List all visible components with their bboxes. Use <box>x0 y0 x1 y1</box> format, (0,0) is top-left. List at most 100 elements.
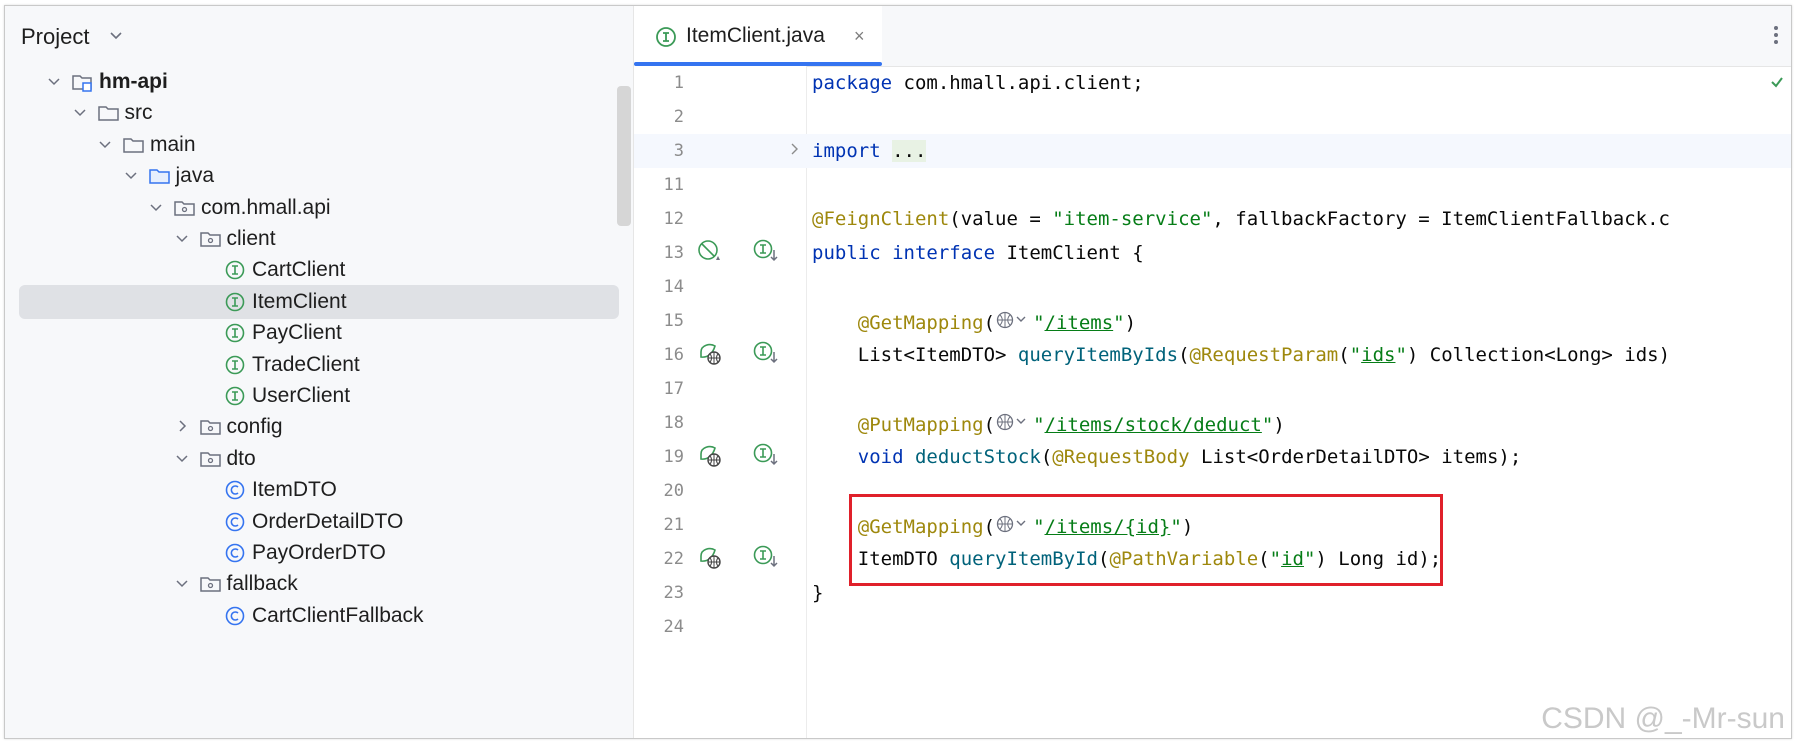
code-text: void deductStock(@RequestBody List<Order… <box>812 446 1522 468</box>
chevron-down-icon[interactable] <box>175 451 189 465</box>
code-line[interactable]: 12 @FeignClient(value = "item-service", f… <box>634 202 1791 236</box>
code-line[interactable]: 13 public interface ItemClient { <box>634 236 1791 270</box>
class-icon <box>224 542 248 564</box>
editor-area: ItemClient.java × 1 package com.hmall.api… <box>634 6 1791 738</box>
impl-icon[interactable] <box>752 340 780 373</box>
impl-icon[interactable] <box>752 442 780 475</box>
line-number: 23 <box>663 583 684 603</box>
package-icon <box>173 197 197 219</box>
line-number: 24 <box>663 617 684 637</box>
code-token: List<ItemDTO> <box>812 344 1018 366</box>
chevron-down-icon[interactable] <box>73 105 87 119</box>
code-token: @PutMapping <box>857 414 984 436</box>
code-token: ... <box>892 140 927 162</box>
package-icon <box>199 573 223 595</box>
code-line[interactable]: 15 @GetMapping("/items") <box>634 304 1791 338</box>
tree-item-label: UserClient <box>252 384 351 407</box>
line-number: 2 <box>673 107 684 127</box>
code-line[interactable]: 1 package com.hmall.api.client; <box>634 66 1791 100</box>
code-token: "item-service" <box>1052 208 1213 230</box>
code-token: @FeignClient <box>812 208 950 230</box>
tab-itemclient-java[interactable]: ItemClient.java × <box>634 6 882 66</box>
chevron-down-icon[interactable] <box>124 168 138 182</box>
web-bean-icon[interactable] <box>696 442 724 475</box>
line-number: 3 <box>673 141 684 161</box>
line-number: 14 <box>663 277 684 297</box>
interface-icon <box>224 291 248 313</box>
folder-icon <box>122 134 146 156</box>
chevron-down-icon[interactable] <box>98 137 112 151</box>
code-token: ) Collection<Long> ids) <box>1406 344 1671 366</box>
code-token: queryItemByIds <box>1017 344 1179 366</box>
module-icon <box>71 71 95 93</box>
line-number: 18 <box>663 413 684 433</box>
code-text: @FeignClient(value = "item-service", fal… <box>812 208 1670 230</box>
tab-label: ItemClient.java <box>686 24 825 47</box>
project-scrollbar-thumb[interactable] <box>617 86 631 226</box>
code-line[interactable]: 24 <box>634 610 1791 644</box>
tree-item-label: config <box>226 415 283 439</box>
class-icon <box>224 479 248 501</box>
impl-icon[interactable] <box>752 544 780 577</box>
code-token: @GetMapping <box>857 312 984 334</box>
code-token: " <box>1349 344 1362 366</box>
package-icon <box>199 228 223 250</box>
chevron-down-icon[interactable] <box>175 576 189 590</box>
code-token: ( <box>1040 446 1053 468</box>
code-token: package <box>812 72 893 94</box>
project-panel-header[interactable]: Project <box>5 6 633 68</box>
tree-item-label: com.hmall.api <box>201 195 331 219</box>
chevron-down-icon[interactable] <box>47 74 61 88</box>
code-text: List<ItemDTO> queryItemByIds(@RequestPar… <box>812 344 1670 366</box>
line-number: 20 <box>663 481 684 501</box>
tree-item-label: src <box>124 101 153 125</box>
project-panel-title[interactable]: Project <box>21 24 89 50</box>
line-number: 16 <box>663 345 684 365</box>
code-line[interactable]: 2 <box>634 100 1791 134</box>
line-number: 21 <box>663 515 684 535</box>
chevron-right-icon[interactable] <box>175 419 189 433</box>
code-token: ids <box>1361 344 1396 366</box>
code-line[interactable]: 19 void deductStock(@RequestBody List<Or… <box>634 440 1791 474</box>
web-bean-icon[interactable] <box>696 544 724 577</box>
globe-icon[interactable] <box>995 310 1033 337</box>
highlight-annotation-box <box>849 494 1443 586</box>
line-number: 1 <box>673 73 684 93</box>
chevron-right-icon[interactable] <box>788 142 802 161</box>
code-line[interactable]: 16 List<ItemDTO> queryItemByIds(@Request… <box>634 338 1791 372</box>
tree-item-label: ItemDTO <box>252 478 337 502</box>
code-line[interactable]: 14 <box>634 270 1791 304</box>
line-number: 13 <box>663 243 684 263</box>
code-token: ) <box>1273 414 1285 436</box>
line-number: 11 <box>663 175 684 195</box>
code-line[interactable]: 17 <box>634 372 1791 406</box>
globe-icon[interactable] <box>995 412 1033 439</box>
chevron-down-icon[interactable] <box>175 231 189 245</box>
line-number: 19 <box>663 447 684 467</box>
chevron-down-icon[interactable] <box>109 28 123 47</box>
code-line[interactable]: 11 <box>634 168 1791 202</box>
tree-item-label: TradeClient <box>252 352 360 376</box>
more-vertical-icon[interactable] <box>1773 24 1779 51</box>
tree-item-cartclientfallback[interactable]: CartClientFallback <box>5 598 619 634</box>
package-icon <box>199 448 223 470</box>
editor-tab-bar: ItemClient.java × <box>634 6 1791 67</box>
tree-item-label: CartClient <box>252 258 346 282</box>
code-line[interactable]: 3 import ... <box>634 134 1791 168</box>
impl-icon[interactable] <box>752 238 780 271</box>
watermark: CSDN @_-Mr-sun <box>1541 702 1785 735</box>
line-number: 12 <box>663 209 684 229</box>
tree-item-label: java <box>175 164 215 188</box>
chevron-down-icon[interactable] <box>149 200 163 214</box>
web-bean-icon[interactable] <box>696 340 724 373</box>
line-number: 22 <box>663 549 684 569</box>
tree-item-label: hm-api <box>99 70 168 93</box>
close-icon[interactable]: × <box>854 26 865 47</box>
code-line[interactable]: 18 @PutMapping("/items/stock/deduct") <box>634 406 1791 440</box>
code-token: " <box>1033 312 1045 334</box>
code-token: " <box>1033 414 1045 436</box>
bean-off-icon[interactable] <box>696 238 724 271</box>
code-token: /items <box>1044 312 1114 334</box>
